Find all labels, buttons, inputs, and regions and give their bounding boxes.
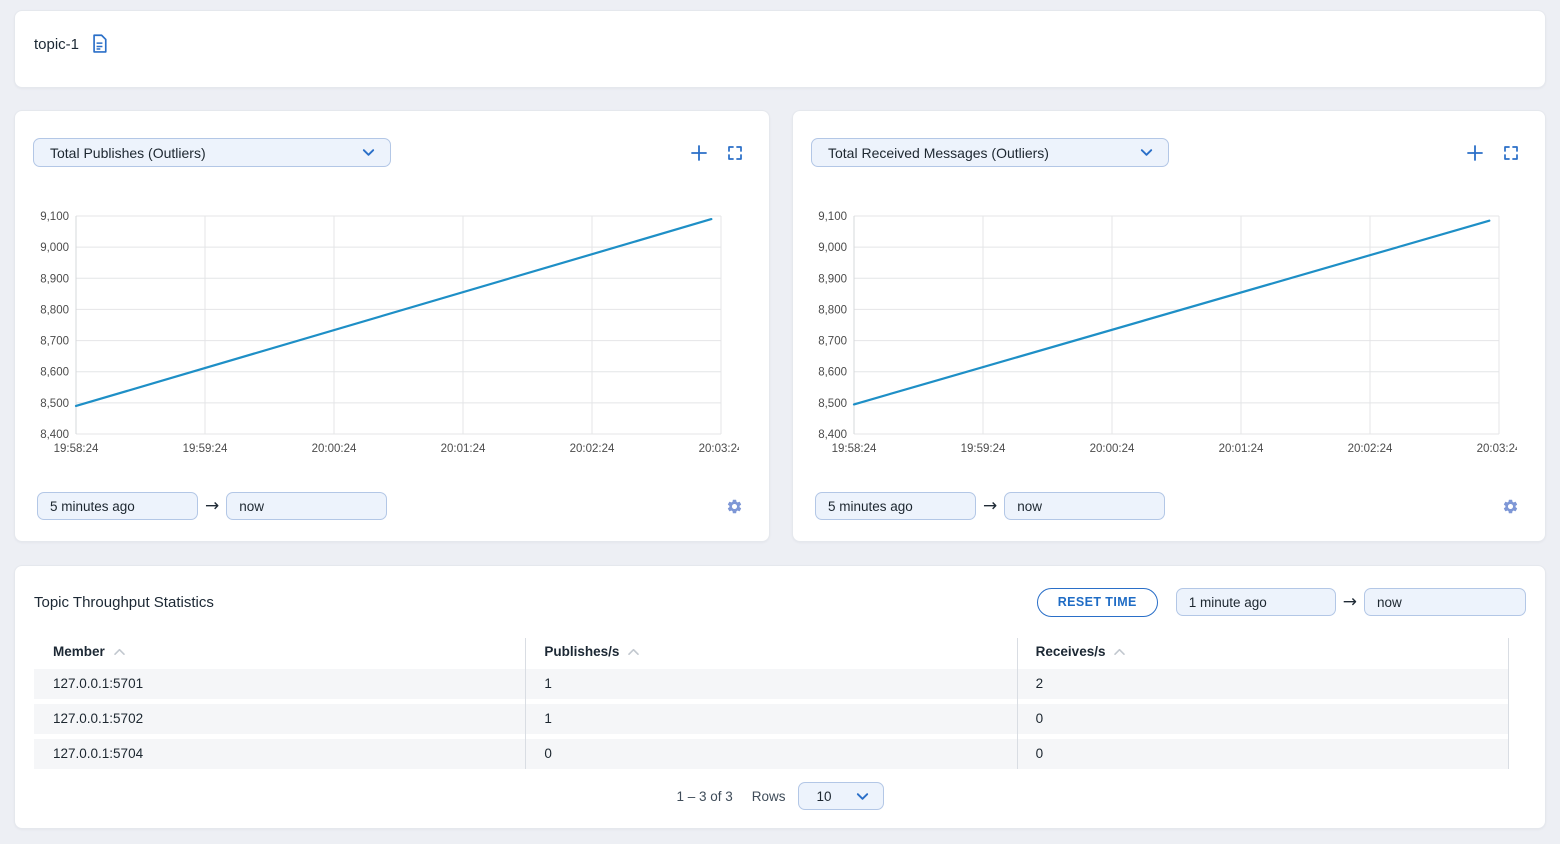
svg-text:9,100: 9,100: [818, 211, 847, 223]
sort-caret-icon: [1113, 647, 1126, 656]
arrow-right-icon: →: [976, 492, 1004, 520]
svg-text:8,900: 8,900: [40, 273, 69, 285]
page-title: topic-1: [34, 35, 79, 55]
column-header-receives[interactable]: Receives/s: [1017, 644, 1508, 659]
time-from-input[interactable]: [815, 492, 976, 520]
svg-text:8,800: 8,800: [818, 304, 847, 316]
svg-text:20:01:24: 20:01:24: [441, 443, 486, 455]
add-chart-icon[interactable]: [1466, 144, 1484, 162]
document-icon[interactable]: [91, 34, 108, 54]
svg-text:20:03:24: 20:03:24: [1477, 443, 1517, 455]
table-row: 127.0.0.1:5701 1 2: [34, 669, 1508, 699]
pagination: 1 – 3 of 3 Rows 10: [15, 782, 1545, 810]
dashboard-page: topic-1 Total Publishes (Outliers): [0, 0, 1560, 839]
svg-text:9,000: 9,000: [818, 242, 847, 254]
settings-gear-icon[interactable]: [726, 498, 743, 515]
arrow-right-icon: →: [1336, 588, 1364, 616]
svg-text:8,700: 8,700: [818, 336, 847, 348]
svg-text:8,700: 8,700: [40, 336, 69, 348]
svg-text:19:59:24: 19:59:24: [183, 443, 228, 455]
chart-time-range: →: [15, 464, 769, 520]
line-chart-publishes: 8,400 8,500 8,600 8,700 8,800 8,900 9,000 9,100…: [29, 206, 739, 464]
table-row: 127.0.0.1:5702 1 0: [34, 704, 1508, 734]
column-divider: [1017, 638, 1018, 769]
fullscreen-icon[interactable]: [727, 145, 743, 161]
time-to-input[interactable]: [1004, 492, 1165, 520]
table-controls: RESET TIME →: [1037, 588, 1526, 617]
publishes-cell: 0: [525, 739, 1016, 769]
time-to-input[interactable]: [226, 492, 387, 520]
column-header-member[interactable]: Member: [34, 644, 525, 659]
svg-text:8,400: 8,400: [818, 429, 847, 441]
svg-text:8,900: 8,900: [818, 273, 847, 285]
table-header-row: Topic Throughput Statistics RESET TIME →: [15, 566, 1545, 617]
metric-select-received[interactable]: Total Received Messages (Outliers): [811, 138, 1169, 167]
rows-per-page-label: Rows: [752, 789, 786, 804]
line-chart-received: 8,400 8,500 8,600 8,700 8,800 8,900 9,000 9,100…: [807, 206, 1517, 464]
svg-text:19:58:24: 19:58:24: [54, 443, 99, 455]
svg-text:8,600: 8,600: [40, 367, 69, 379]
column-header-publishes[interactable]: Publishes/s: [525, 644, 1016, 659]
svg-text:20:02:24: 20:02:24: [570, 443, 615, 455]
table-title: Topic Throughput Statistics: [34, 594, 214, 611]
svg-text:8,800: 8,800: [40, 304, 69, 316]
svg-text:20:00:24: 20:00:24: [312, 443, 357, 455]
throughput-statistics-panel: Topic Throughput Statistics RESET TIME →…: [14, 565, 1546, 829]
svg-text:20:01:24: 20:01:24: [1219, 443, 1264, 455]
topic-header-card: topic-1: [14, 10, 1546, 88]
receives-cell: 0: [1017, 704, 1508, 734]
chart-time-range: →: [793, 464, 1545, 520]
throughput-table: Member Publishes/s Receives/s: [34, 638, 1508, 769]
fullscreen-icon[interactable]: [1503, 145, 1519, 161]
rows-per-page-value: 10: [817, 789, 832, 804]
table-row: 127.0.0.1:5704 0 0: [34, 739, 1508, 769]
table-time-to-input[interactable]: [1364, 588, 1526, 616]
svg-text:8,400: 8,400: [40, 429, 69, 441]
svg-text:8,500: 8,500: [818, 398, 847, 410]
chevron-down-icon: [1139, 145, 1154, 160]
chart-panel-publishes: Total Publishes (Outliers) 8,400 8,500 8,6…: [14, 110, 770, 542]
table-body: 127.0.0.1:5701 1 2 127.0.0.1:5702 1 0 12…: [34, 669, 1508, 769]
rows-per-page-select[interactable]: 10: [798, 782, 884, 810]
member-cell: 127.0.0.1:5704: [34, 739, 525, 769]
pagination-range: 1 – 3 of 3: [676, 789, 732, 804]
column-divider: [1508, 638, 1509, 769]
metric-select-publishes[interactable]: Total Publishes (Outliers): [33, 138, 391, 167]
svg-text:8,500: 8,500: [40, 398, 69, 410]
metric-select-value: Total Publishes (Outliers): [50, 145, 206, 161]
svg-text:20:03:24: 20:03:24: [699, 443, 739, 455]
chevron-down-icon: [855, 789, 870, 804]
sort-caret-icon: [113, 647, 126, 656]
svg-text:9,000: 9,000: [40, 242, 69, 254]
table-header: Member Publishes/s Receives/s: [34, 638, 1508, 664]
publishes-cell: 1: [525, 704, 1016, 734]
svg-text:20:02:24: 20:02:24: [1348, 443, 1393, 455]
chevron-down-icon: [361, 145, 376, 160]
member-cell: 127.0.0.1:5702: [34, 704, 525, 734]
receives-cell: 0: [1017, 739, 1508, 769]
svg-text:8,600: 8,600: [818, 367, 847, 379]
charts-row: Total Publishes (Outliers) 8,400 8,500 8,6…: [14, 110, 1546, 542]
receives-cell: 2: [1017, 669, 1508, 699]
chart-panel-header: Total Publishes (Outliers): [15, 111, 769, 167]
chart-actions: [690, 144, 743, 162]
metric-select-value: Total Received Messages (Outliers): [828, 145, 1049, 161]
publishes-cell: 1: [525, 669, 1016, 699]
sort-caret-icon: [627, 647, 640, 656]
settings-gear-icon[interactable]: [1502, 498, 1519, 515]
arrow-right-icon: →: [198, 492, 226, 520]
chart-actions: [1466, 144, 1519, 162]
member-cell: 127.0.0.1:5701: [34, 669, 525, 699]
svg-text:19:59:24: 19:59:24: [961, 443, 1006, 455]
table-time-from-input[interactable]: [1176, 588, 1336, 616]
add-chart-icon[interactable]: [690, 144, 708, 162]
chart-panel-header: Total Received Messages (Outliers): [793, 111, 1545, 167]
chart-panel-received: Total Received Messages (Outliers) 8,400…: [792, 110, 1546, 542]
svg-text:9,100: 9,100: [40, 211, 69, 223]
svg-text:19:58:24: 19:58:24: [832, 443, 877, 455]
column-divider: [525, 638, 526, 769]
time-from-input[interactable]: [37, 492, 198, 520]
svg-text:20:00:24: 20:00:24: [1090, 443, 1135, 455]
reset-time-button[interactable]: RESET TIME: [1037, 588, 1158, 617]
